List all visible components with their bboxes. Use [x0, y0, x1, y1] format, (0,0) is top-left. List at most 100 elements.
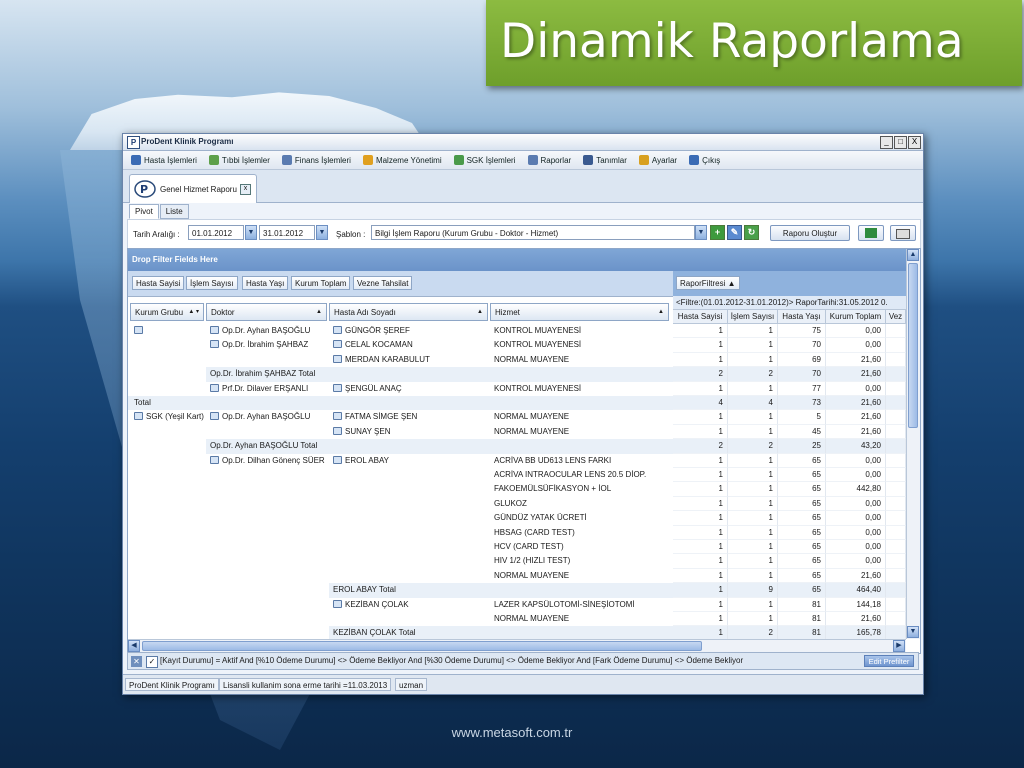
- data-cell[interactable]: 1: [673, 424, 728, 440]
- date-from-field[interactable]: 01.01.2012: [188, 225, 244, 240]
- menu-item[interactable]: SGK İşlemleri: [453, 155, 516, 165]
- hasta-cell[interactable]: CELAL KOCAMAN: [329, 338, 488, 352]
- vezne-cell[interactable]: [886, 453, 906, 468]
- minimize-button[interactable]: _: [880, 136, 893, 149]
- add-template-icon[interactable]: +: [710, 225, 725, 240]
- data-cell[interactable]: 2: [728, 367, 778, 382]
- template-select[interactable]: Bilgi İşlem Raporu (Kurum Grubu - Doktor…: [371, 225, 695, 240]
- collapse-icon[interactable]: [210, 340, 219, 349]
- hizmet-cell[interactable]: KONTROL MUAYENESİ: [490, 324, 669, 338]
- vezne-cell[interactable]: [886, 352, 906, 368]
- data-cell[interactable]: 464,40: [826, 583, 886, 598]
- data-cell[interactable]: 65: [778, 554, 826, 569]
- vezne-cell[interactable]: [886, 511, 906, 526]
- data-cell[interactable]: 1: [728, 424, 778, 440]
- data-cell[interactable]: 0,00: [826, 496, 886, 512]
- data-cell[interactable]: 21,60: [826, 410, 886, 425]
- scroll-right-icon[interactable]: ▶: [893, 640, 905, 652]
- hizmet-cell[interactable]: GÜNDÜZ YATAK ÜCRETİ: [490, 511, 669, 525]
- data-cell[interactable]: 0,00: [826, 381, 886, 396]
- field-islem-sayisi[interactable]: İşlem Sayısı: [186, 276, 238, 290]
- vezne-cell[interactable]: [886, 568, 906, 584]
- data-cell[interactable]: 0,00: [826, 554, 886, 569]
- scroll-left-icon[interactable]: ◀: [128, 640, 140, 652]
- hasta-cell[interactable]: FATMA SİMGE ŞEN: [329, 410, 488, 424]
- date-to-field[interactable]: 31.01.2012: [259, 225, 315, 240]
- data-cell[interactable]: 21,60: [826, 424, 886, 440]
- vertical-scroll-thumb[interactable]: [908, 263, 918, 428]
- field-hasta-sayisi[interactable]: Hasta Sayisi: [132, 276, 185, 290]
- hizmet-cell[interactable]: NORMAL MUAYENE: [490, 569, 669, 583]
- data-cell[interactable]: 1: [728, 511, 778, 526]
- data-cell[interactable]: 0,00: [826, 468, 886, 483]
- hasta-cell[interactable]: EROL ABAY: [329, 454, 488, 468]
- hizmet-cell[interactable]: ACRİVA BB UD613 LENS FARKI: [490, 454, 669, 468]
- collapse-icon[interactable]: [333, 599, 342, 608]
- collapse-icon[interactable]: [333, 426, 342, 435]
- vezne-cell[interactable]: [886, 554, 906, 569]
- menu-item[interactable]: Malzeme Yönetimi: [362, 155, 442, 165]
- data-cell[interactable]: 1: [728, 612, 778, 627]
- data-cell[interactable]: 2: [673, 367, 728, 382]
- horizontal-scroll-thumb[interactable]: [142, 641, 702, 651]
- data-cell[interactable]: 1: [728, 525, 778, 540]
- hizmet-cell[interactable]: NORMAL MUAYENE: [490, 353, 669, 367]
- data-cell[interactable]: 45: [778, 424, 826, 440]
- data-cell[interactable]: 25: [778, 439, 826, 454]
- data-cell[interactable]: 65: [778, 540, 826, 555]
- data-cell[interactable]: 65: [778, 453, 826, 468]
- data-cell[interactable]: 65: [778, 568, 826, 584]
- data-cell[interactable]: 0,00: [826, 540, 886, 555]
- data-cell[interactable]: 144,18: [826, 597, 886, 612]
- doktor-cell[interactable]: Op.Dr. Dilhan Gönenç SÜER: [206, 454, 327, 468]
- data-cell[interactable]: 1: [673, 511, 728, 526]
- menu-item[interactable]: Ayarlar: [638, 155, 677, 165]
- data-cell[interactable]: 65: [778, 482, 826, 497]
- data-cell[interactable]: 21,60: [826, 612, 886, 627]
- calendar-dropdown-icon[interactable]: ▼: [245, 225, 257, 240]
- data-cell[interactable]: 1: [673, 410, 728, 425]
- data-cell[interactable]: 1: [728, 468, 778, 483]
- data-cell[interactable]: 1: [673, 453, 728, 468]
- data-cell[interactable]: 21,60: [826, 352, 886, 368]
- create-report-button[interactable]: Raporu Oluştur: [770, 225, 850, 241]
- field-kurum-toplam[interactable]: Kurum Toplam: [291, 276, 351, 290]
- row-field-hizmet[interactable]: Hizmet ▲: [490, 303, 669, 321]
- maximize-button[interactable]: □: [894, 136, 907, 149]
- collapse-icon[interactable]: [210, 326, 219, 334]
- collapse-icon[interactable]: [333, 326, 342, 334]
- data-cell[interactable]: 70: [778, 367, 826, 382]
- data-cell[interactable]: 65: [778, 511, 826, 526]
- row-field-doktor[interactable]: Doktor ▲: [206, 303, 327, 321]
- print-icon[interactable]: [890, 225, 916, 241]
- vezne-cell[interactable]: [886, 396, 906, 411]
- doktor-cell[interactable]: Op.Dr. Ayhan BAŞOĞLU: [206, 410, 327, 424]
- data-cell[interactable]: 1: [728, 352, 778, 368]
- data-cell[interactable]: 1: [673, 597, 728, 612]
- data-cell[interactable]: 4: [673, 396, 728, 411]
- data-cell[interactable]: 1: [673, 540, 728, 555]
- vezne-cell[interactable]: [886, 367, 906, 382]
- hizmet-cell[interactable]: ACRİVA INTRAOCULAR LENS 20.5 DİOP.: [490, 468, 669, 482]
- vezne-cell[interactable]: [886, 583, 906, 598]
- excel-export-icon[interactable]: [858, 225, 884, 241]
- data-cell[interactable]: 9: [728, 583, 778, 598]
- data-cell[interactable]: 21,60: [826, 367, 886, 382]
- edit-template-icon[interactable]: ✎: [727, 225, 742, 240]
- data-cell[interactable]: 1: [673, 583, 728, 598]
- menu-item[interactable]: Çıkış: [689, 155, 720, 165]
- col-header-islem-sayisi[interactable]: İşlem Sayısı: [728, 310, 778, 324]
- row-field-kurum-grubu[interactable]: Kurum Grubu ▲ ▾: [130, 303, 204, 321]
- vezne-cell[interactable]: [886, 424, 906, 440]
- data-cell[interactable]: 1: [728, 381, 778, 396]
- tab-liste[interactable]: Liste: [159, 204, 189, 219]
- data-cell[interactable]: 1: [673, 496, 728, 512]
- data-cell[interactable]: 81: [778, 612, 826, 627]
- collapse-icon[interactable]: [134, 412, 143, 421]
- data-cell[interactable]: 4: [728, 396, 778, 411]
- data-cell[interactable]: 1: [673, 338, 728, 353]
- hizmet-cell[interactable]: LAZER KAPSÜLOTOMİ-SİNEŞİOTOMİ: [490, 598, 669, 612]
- data-cell[interactable]: 1: [728, 338, 778, 353]
- menu-item[interactable]: Hasta İşlemleri: [131, 155, 197, 165]
- data-cell[interactable]: 0,00: [826, 453, 886, 468]
